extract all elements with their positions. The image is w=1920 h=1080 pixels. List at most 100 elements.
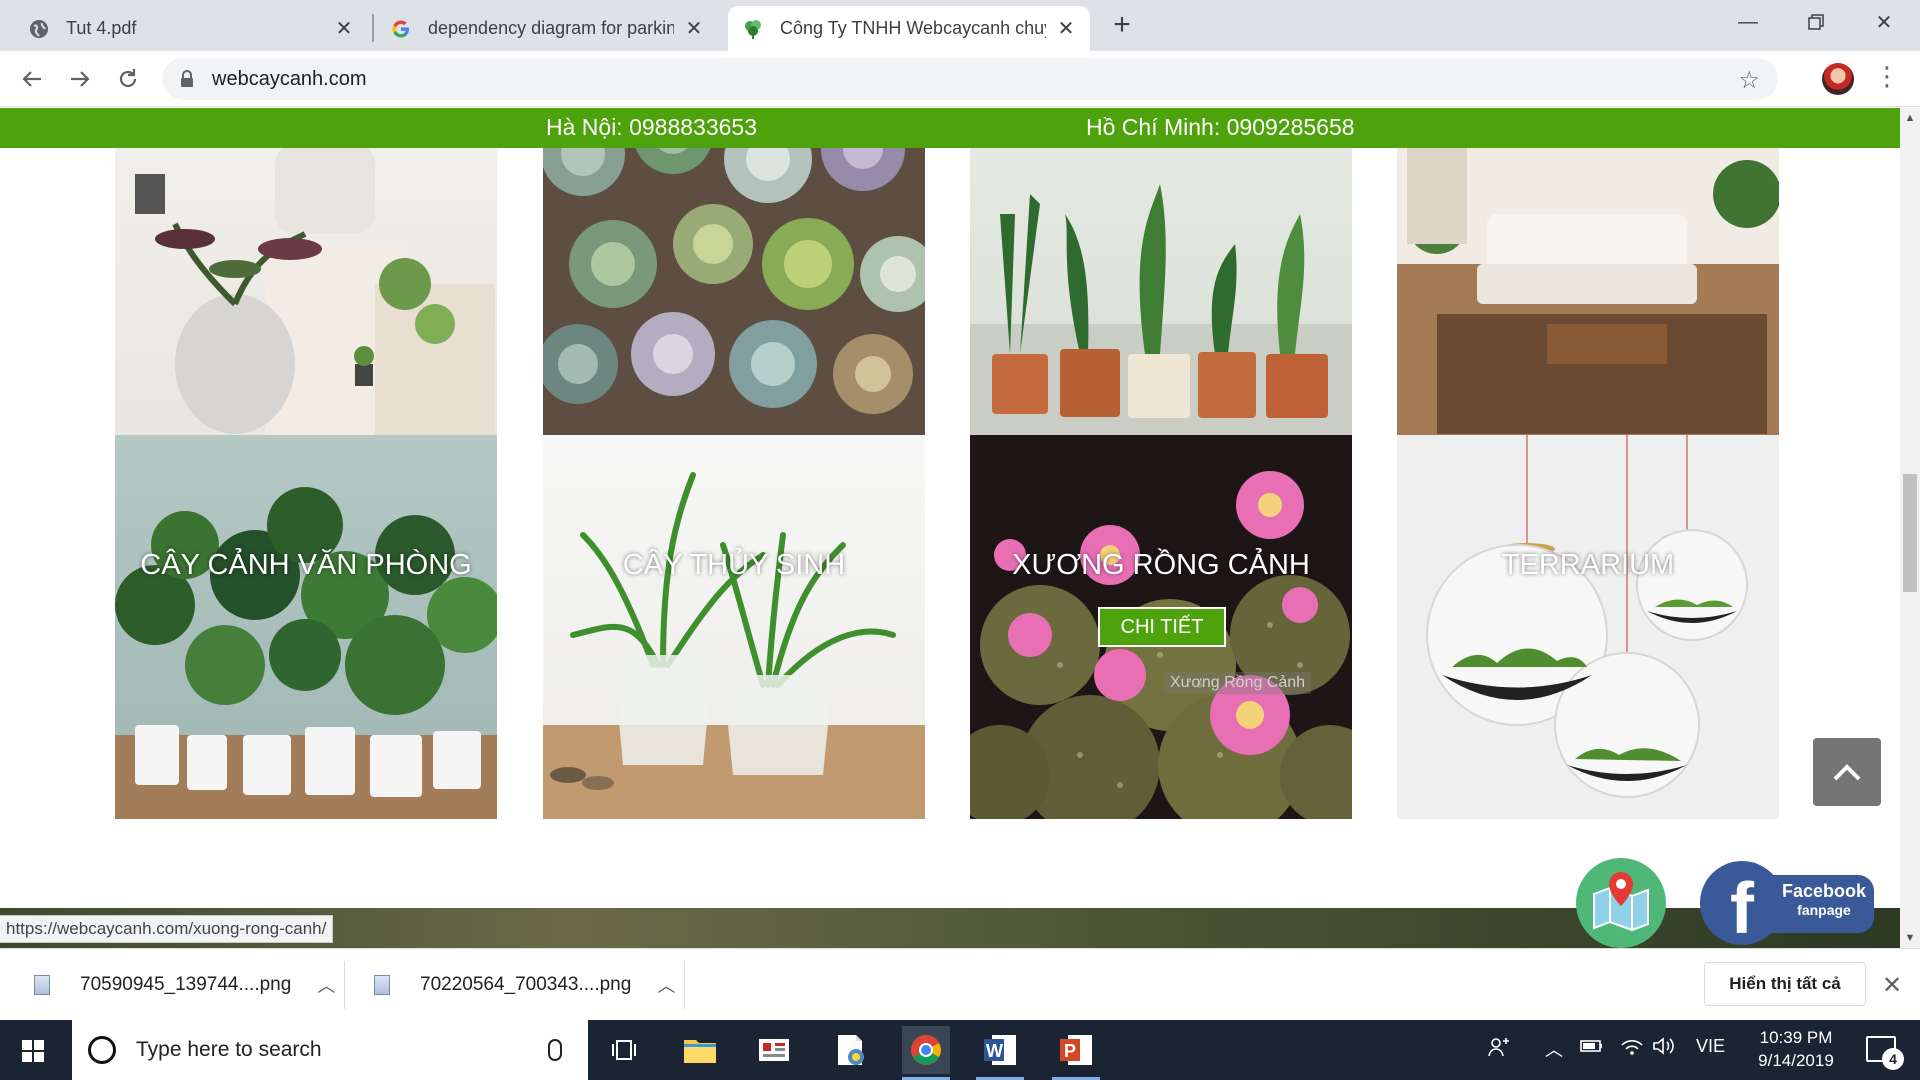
tab-tut4-pdf[interactable]: Tut 4.pdf ✕ bbox=[14, 6, 368, 51]
clock-time: 10:39 PM bbox=[1759, 1028, 1833, 1047]
document-app-icon[interactable] bbox=[826, 1026, 874, 1074]
potted-plants-image bbox=[970, 184, 1352, 448]
new-tab-button[interactable]: + bbox=[1106, 10, 1138, 42]
hanoi-phone[interactable]: Hà Nội: 0988833653 bbox=[546, 114, 757, 141]
category-label: TERRARIUM bbox=[1501, 549, 1675, 581]
scroll-to-top-button[interactable] bbox=[1813, 738, 1881, 806]
terrarium-image bbox=[1397, 435, 1779, 819]
forward-icon[interactable] bbox=[62, 61, 98, 97]
close-tab-icon[interactable]: ✕ bbox=[334, 19, 354, 39]
notification-count-badge: 4 bbox=[1882, 1048, 1904, 1070]
cortana-icon bbox=[88, 1036, 116, 1064]
map-button[interactable] bbox=[1576, 858, 1666, 948]
aquatic-plants-image bbox=[543, 472, 925, 819]
page-scrollbar[interactable]: ▲ ▼ bbox=[1900, 108, 1920, 948]
menu-dots-icon[interactable]: ⋮ bbox=[1872, 61, 1902, 92]
category-card[interactable] bbox=[115, 108, 497, 448]
divider bbox=[684, 961, 685, 1009]
microphone-icon[interactable] bbox=[548, 1039, 562, 1061]
search-placeholder: Type here to search bbox=[136, 1038, 322, 1061]
succulents-image bbox=[543, 108, 925, 448]
download-item[interactable]: 70220564_700343....png ︿ bbox=[374, 949, 675, 1021]
svg-text:P: P bbox=[1064, 1041, 1076, 1061]
chevron-up-icon[interactable]: ︿ bbox=[1545, 1036, 1563, 1062]
download-item[interactable]: 70590945_139744....png ︿ bbox=[34, 949, 335, 1021]
globe-icon bbox=[28, 18, 50, 40]
svg-text:W: W bbox=[986, 1041, 1003, 1061]
bookmark-star-icon[interactable]: ☆ bbox=[1738, 66, 1760, 95]
system-clock[interactable]: 10:39 PM 9/14/2019 bbox=[1736, 1026, 1856, 1072]
category-card[interactable] bbox=[1397, 108, 1779, 448]
living-room-image bbox=[1397, 108, 1779, 448]
page-viewport: CÂY CẢNH VĂN PHÒNG CÂY THỦY SINH XƯƠNG R… bbox=[0, 108, 1900, 948]
minimize-icon[interactable]: — bbox=[1714, 0, 1782, 44]
facebook-fanpage-button[interactable]: Facebook fanpage f bbox=[1700, 861, 1876, 948]
notifications-icon[interactable]: 4 bbox=[1866, 1036, 1904, 1070]
close-tab-icon[interactable]: ✕ bbox=[1056, 19, 1076, 39]
category-card[interactable] bbox=[970, 108, 1352, 448]
category-label: CÂY CẢNH VĂN PHÒNG bbox=[140, 549, 472, 581]
chevron-up-icon[interactable]: ︿ bbox=[657, 972, 675, 998]
app-icon[interactable] bbox=[750, 1026, 798, 1074]
url-text: webcaycanh.com bbox=[212, 67, 367, 90]
windows-start-icon[interactable] bbox=[22, 1040, 44, 1062]
contact-phone-bar: Hà Nội: 0988833653 Hồ Chí Minh: 09092856… bbox=[0, 108, 1900, 148]
close-tab-icon[interactable]: ✕ bbox=[684, 19, 704, 39]
word-icon[interactable]: W bbox=[976, 1026, 1024, 1080]
volume-icon[interactable] bbox=[1652, 1036, 1676, 1061]
category-card-cay-canh-van-phong[interactable]: CÂY CẢNH VĂN PHÒNG bbox=[115, 435, 497, 819]
browser-toolbar: webcaycanh.com ☆ ⋮ bbox=[0, 51, 1920, 107]
tab-title: Tut 4.pdf bbox=[66, 18, 137, 38]
office-plants-image bbox=[115, 487, 497, 819]
scrollbar-thumb[interactable] bbox=[1903, 474, 1917, 592]
close-window-icon[interactable]: ✕ bbox=[1850, 0, 1918, 44]
chevron-up-icon[interactable]: ︿ bbox=[317, 972, 335, 998]
scroll-down-arrow-icon[interactable]: ▼ bbox=[1900, 928, 1920, 948]
category-card-terrarium[interactable]: TERRARIUM bbox=[1397, 435, 1779, 819]
restore-icon[interactable] bbox=[1782, 0, 1850, 44]
profile-avatar[interactable] bbox=[1822, 63, 1854, 95]
map-pin-icon bbox=[1593, 872, 1649, 932]
wifi-icon[interactable] bbox=[1620, 1036, 1644, 1061]
tab-title: dependency diagram for parking bbox=[428, 18, 674, 38]
detail-button[interactable]: CHI TIẾT bbox=[1098, 607, 1226, 647]
category-card[interactable] bbox=[543, 108, 925, 448]
task-view-icon[interactable] bbox=[600, 1026, 648, 1074]
show-all-downloads-button[interactable]: Hiển thị tất cả bbox=[1704, 962, 1866, 1006]
image-file-icon bbox=[34, 975, 50, 995]
facebook-icon: f bbox=[1700, 861, 1784, 948]
scroll-up-arrow-icon[interactable]: ▲ bbox=[1900, 108, 1920, 128]
category-label: CÂY THỦY SINH bbox=[622, 549, 846, 581]
download-filename: 70590945_139744....png bbox=[80, 974, 292, 995]
reload-icon[interactable] bbox=[110, 61, 146, 97]
google-icon bbox=[390, 18, 412, 40]
back-icon[interactable] bbox=[14, 61, 50, 97]
battery-icon[interactable] bbox=[1580, 1036, 1604, 1061]
plant-image bbox=[135, 144, 495, 444]
category-card-xuong-rong-canh[interactable]: XƯƠNG RỒNG CẢNH CHI TIẾT Xương Rồng Cảnh bbox=[970, 435, 1352, 819]
tab-strip: Tut 4.pdf ✕ dependency diagram for parki… bbox=[0, 0, 1920, 51]
category-card-cay-thuy-sinh[interactable]: CÂY THỦY SINH bbox=[543, 435, 925, 819]
windows-taskbar: Type here to search W P ︿ VIE 10:39 PM 9… bbox=[0, 1020, 1920, 1080]
chevron-up-icon bbox=[1833, 764, 1861, 781]
divider bbox=[344, 961, 345, 1009]
chrome-icon[interactable] bbox=[902, 1026, 950, 1080]
close-icon[interactable]: ✕ bbox=[1882, 971, 1902, 1000]
image-file-icon bbox=[374, 975, 390, 995]
taskbar-search-box[interactable]: Type here to search bbox=[72, 1020, 588, 1080]
file-explorer-icon[interactable] bbox=[676, 1026, 724, 1074]
tab-separator bbox=[372, 14, 374, 42]
category-label: XƯƠNG RỒNG CẢNH bbox=[1012, 549, 1310, 581]
language-indicator[interactable]: VIE bbox=[1696, 1036, 1725, 1057]
powerpoint-icon[interactable]: P bbox=[1052, 1026, 1100, 1080]
download-shelf: 70590945_139744....png ︿ 70220564_700343… bbox=[0, 948, 1920, 1020]
tab-title: Công Ty TNHH Webcaycanh chuy bbox=[780, 18, 1046, 38]
lock-icon bbox=[180, 70, 194, 88]
address-bar[interactable]: webcaycanh.com ☆ bbox=[162, 58, 1778, 100]
people-icon[interactable] bbox=[1488, 1036, 1510, 1063]
tab-webcaycanh[interactable]: Công Ty TNHH Webcaycanh chuy ✕ bbox=[728, 6, 1090, 51]
hcm-phone[interactable]: Hồ Chí Minh: 0909285658 bbox=[1086, 114, 1355, 141]
tab-google-search[interactable]: dependency diagram for parking ✕ bbox=[376, 6, 718, 51]
link-status-bar: https://webcaycanh.com/xuong-rong-canh/ bbox=[0, 915, 334, 943]
leaf-favicon-icon bbox=[742, 18, 764, 40]
